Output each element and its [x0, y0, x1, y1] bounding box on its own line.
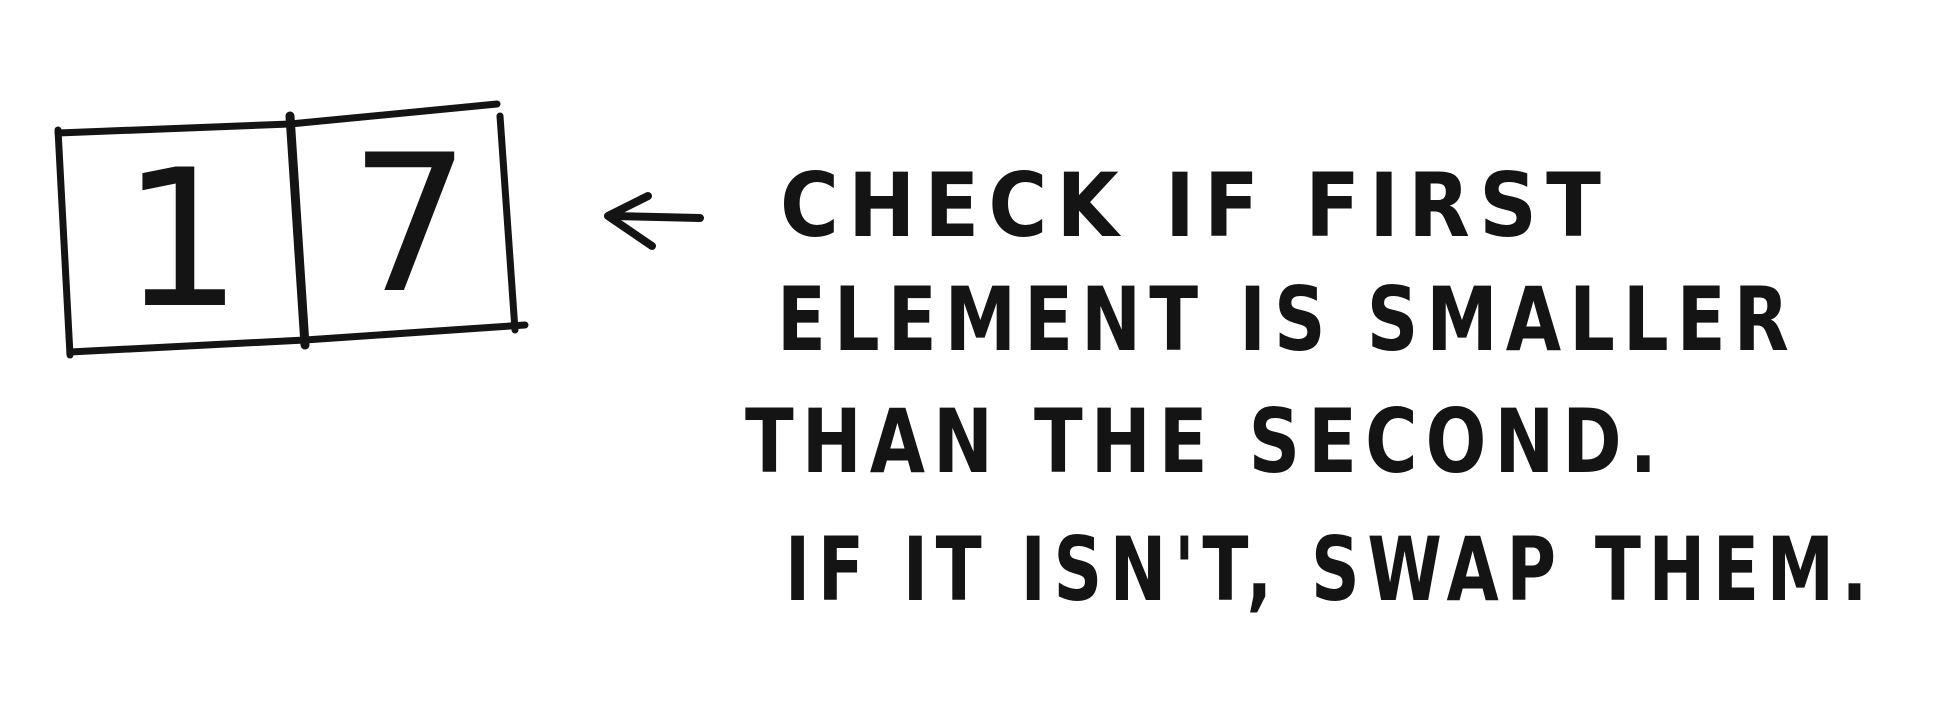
explanation-note: CHECK IF FIRST ELEMENT IS SMALLER THAN T…	[745, 154, 1875, 621]
note-line: ELEMENT IS SMALLER	[777, 268, 1797, 371]
array-cell-first: 1	[122, 129, 243, 350]
array-cell-value: 1	[122, 129, 243, 350]
diagram-canvas: 1 7 CHECK IF FIRST ELEMENT IS SMALLER TH…	[54, 100, 1875, 621]
array-right-border	[496, 112, 519, 334]
array-cell-second: 7	[350, 114, 471, 335]
array-cell-value: 7	[350, 114, 471, 335]
array-divider	[285, 111, 310, 350]
array-left-border	[54, 126, 74, 359]
left-arrow-icon	[604, 192, 704, 250]
note-line: THAN THE SECOND.	[745, 390, 1665, 493]
note-line: IF IT ISN'T, SWAP THEM.	[785, 518, 1875, 621]
array-box: 1 7	[54, 100, 529, 359]
note-line: CHECK IF FIRST	[780, 154, 1610, 257]
